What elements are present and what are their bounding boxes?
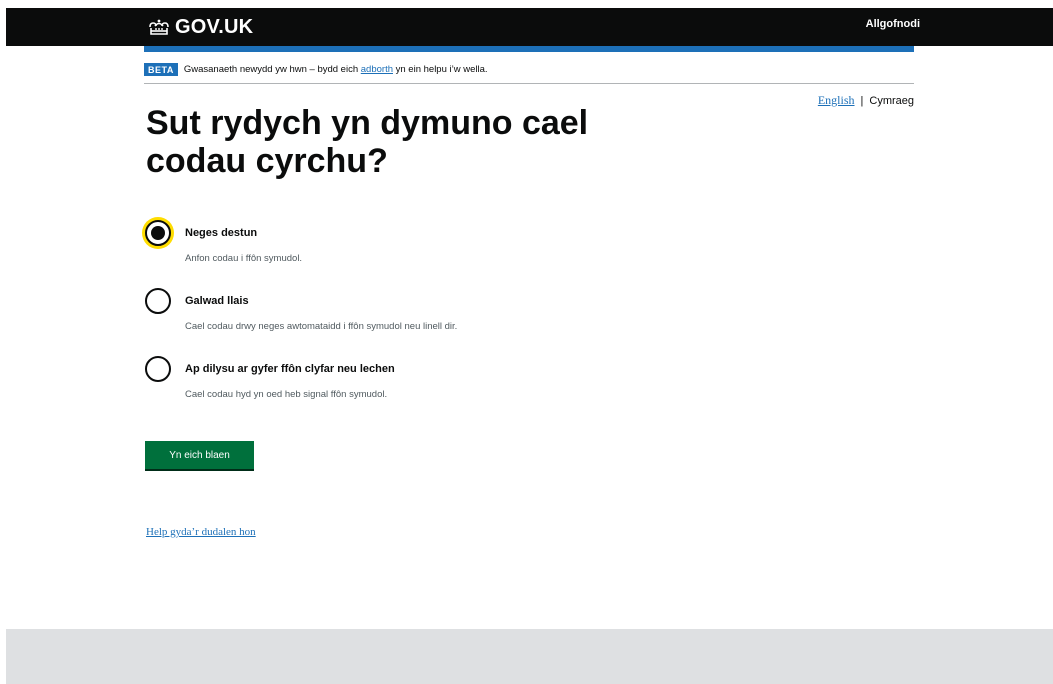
language-welsh-current: Cymraeg <box>869 94 914 107</box>
beta-tag: BETA <box>144 63 178 76</box>
radio-label-text-message[interactable]: Neges destun <box>185 227 257 239</box>
continue-button[interactable]: Yn eich blaen <box>145 441 254 469</box>
help-with-page-link[interactable]: Help gyda’r dudalen hon <box>146 526 256 538</box>
site-footer <box>6 629 1053 684</box>
radio-option-voice-call: Galwad llais Cael codau drwy neges awtom… <box>145 286 745 354</box>
radio-option-auth-app: Ap dilysu ar gyfer ffôn clyfar neu leche… <box>145 354 745 422</box>
radio-hint-voice-call: Cael codau drwy neges awtomataidd i ffôn… <box>185 321 458 332</box>
govuk-logo-link[interactable]: GOV.UK <box>148 16 253 39</box>
radio-button-voice-call[interactable] <box>145 288 171 314</box>
phase-text-after: yn ein helpu i’w wella. <box>393 64 488 75</box>
radio-hint-text-message: Anfon codau i ffôn symudol. <box>185 253 303 264</box>
access-code-radios: Neges destun Anfon codau i ffôn symudol.… <box>145 218 745 422</box>
site-header: GOV.UK Allgofnodi <box>6 8 1053 46</box>
crown-icon <box>149 19 169 35</box>
feedback-link[interactable]: adborth <box>361 64 393 75</box>
phase-banner: BETA Gwasanaeth newydd yw hwn – bydd eic… <box>144 56 914 84</box>
radio-option-text-message: Neges destun Anfon codau i ffôn symudol. <box>145 218 745 286</box>
page: GOV.UK Allgofnodi BETA Gwasanaeth newydd… <box>0 0 1053 684</box>
radio-label-auth-app[interactable]: Ap dilysu ar gyfer ffôn clyfar neu leche… <box>185 363 395 375</box>
header-container: GOV.UK Allgofnodi <box>144 8 920 46</box>
language-separator: | <box>860 94 864 107</box>
radio-button-text-message[interactable] <box>145 220 171 246</box>
phase-text-before: Gwasanaeth newydd yw hwn – bydd eich <box>183 64 361 75</box>
header-blue-bar <box>144 46 914 52</box>
radio-label-voice-call[interactable]: Galwad llais <box>185 295 249 307</box>
phase-banner-text: Gwasanaeth newydd yw hwn – bydd eich adb… <box>184 64 488 75</box>
language-toggle: English | Cymraeg <box>818 93 914 108</box>
logo-text: GOV.UK <box>175 16 254 38</box>
language-english-link[interactable]: English <box>818 93 855 108</box>
radio-selected-dot <box>151 226 165 240</box>
page-title: Sut rydych yn dymuno cael codau cyrchu? <box>146 104 589 180</box>
signout-link[interactable]: Allgofnodi <box>866 18 920 30</box>
radio-button-auth-app[interactable] <box>145 356 171 382</box>
radio-hint-auth-app: Cael codau hyd yn oed heb signal ffôn sy… <box>185 389 388 400</box>
